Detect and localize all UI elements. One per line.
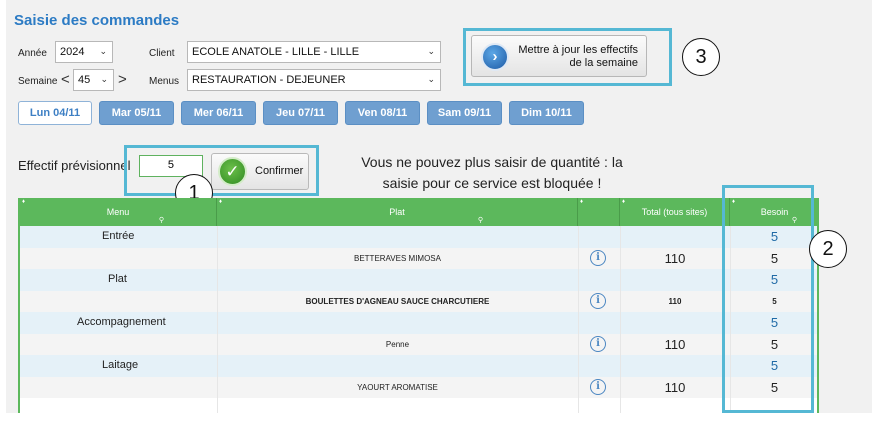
filter-icon[interactable]: ⚲ <box>159 217 164 224</box>
day-tab-lun[interactable]: Lun 04/11 <box>18 101 92 125</box>
menus-value: RESTAURATION - DEJEUNER <box>192 74 346 86</box>
annee-value: 2024 <box>60 46 85 58</box>
plat-name: YAOURT AROMATISE <box>357 382 438 392</box>
info-icon[interactable]: i <box>590 250 606 266</box>
page-title: Saisie des commandes <box>14 12 180 29</box>
client-label: Client <box>149 48 175 59</box>
column-header-info: ♦ <box>578 198 620 226</box>
highlight-box-3 <box>463 28 672 86</box>
day-tab-sam[interactable]: Sam 09/11 <box>427 101 502 125</box>
highlight-box-2 <box>722 185 814 413</box>
menu-category: Plat <box>108 273 127 285</box>
menu-category: Entrée <box>102 230 135 242</box>
table-row: Laitage 5 <box>20 355 817 377</box>
table-row: BETTERAVES MIMOSA i 110 5 <box>20 247 817 269</box>
menu-category: Laitage <box>102 359 139 371</box>
client-value: ECOLE ANATOLE - LILLE - LILLE <box>192 46 360 58</box>
total-value: 110 <box>664 379 686 395</box>
column-header-plat[interactable]: ♦ Plat ⚲ <box>217 198 578 226</box>
column-divider <box>217 226 218 413</box>
plat-name: BOULETTES D'AGNEAU SAUCE CHARCUTIERE <box>305 296 490 306</box>
info-icon[interactable]: i <box>590 293 606 309</box>
order-entry-panel: Saisie des commandes Année 2024 ⌄ Semain… <box>6 0 872 413</box>
blocked-message-line2: saisie pour ce service est bloquée ! <box>382 175 602 191</box>
column-divider <box>620 226 621 413</box>
table-row: Penne i 110 5 <box>20 333 817 355</box>
column-divider <box>578 226 579 413</box>
total-value: 110 <box>664 336 686 352</box>
total-value: 110 <box>668 296 682 306</box>
blocked-message: Vous ne pouvez plus saisir de quantité :… <box>342 152 642 194</box>
annee-label: Année <box>18 48 47 59</box>
day-tab-ven[interactable]: Ven 08/11 <box>345 101 420 125</box>
chevron-down-icon: ⌄ <box>100 74 108 84</box>
annee-select[interactable]: 2024 ⌄ <box>55 41 113 63</box>
sort-icon: ♦ <box>219 199 223 205</box>
day-tab-mer[interactable]: Mer 06/11 <box>181 101 256 125</box>
chevron-down-icon: ⌄ <box>427 74 435 84</box>
column-header-total[interactable]: ♦ Total (tous sites) <box>620 198 730 226</box>
effectif-label: Effectif prévisionnel <box>18 158 131 173</box>
annotation-circle-3: 3 <box>682 38 720 76</box>
table-row: Plat 5 <box>20 269 817 291</box>
sort-icon: ♦ <box>580 199 584 205</box>
plat-name: BETTERAVES MIMOSA <box>354 253 441 263</box>
table-row: Accompagnement 5 <box>20 312 817 334</box>
column-header-menu[interactable]: ♦ Menu ⚲ <box>20 198 217 226</box>
day-tab-dim[interactable]: Dim 10/11 <box>509 101 584 125</box>
column-header-total-label: Total (tous sites) <box>641 207 708 217</box>
menus-label: Menus <box>149 76 180 87</box>
day-tab-mar[interactable]: Mar 05/11 <box>99 101 174 125</box>
client-select[interactable]: ECOLE ANATOLE - LILLE - LILLE ⌄ <box>187 41 441 63</box>
previous-week-arrow[interactable]: < <box>61 72 70 88</box>
menus-select[interactable]: RESTAURATION - DEJEUNER ⌄ <box>187 69 441 91</box>
sort-icon: ♦ <box>622 199 626 205</box>
semaine-select[interactable]: 45 ⌄ <box>73 69 114 91</box>
column-header-plat-label: Plat <box>389 207 405 217</box>
menu-category: Accompagnement <box>77 316 166 328</box>
semaine-label: Semaine <box>18 76 58 87</box>
total-value: 110 <box>664 250 686 266</box>
grid-header: ♦ Menu ⚲ ♦ Plat ⚲ ♦ ♦ Total (tous sites)… <box>20 198 817 226</box>
table-row: BOULETTES D'AGNEAU SAUCE CHARCUTIERE i 1… <box>20 290 817 312</box>
table-row: YAOURT AROMATISE i 110 5 <box>20 376 817 398</box>
day-tab-jeu[interactable]: Jeu 07/11 <box>263 101 338 125</box>
filter-icon[interactable]: ⚲ <box>478 217 483 224</box>
highlight-box-1 <box>124 145 319 196</box>
semaine-value: 45 <box>78 74 91 86</box>
orders-grid: ♦ Menu ⚲ ♦ Plat ⚲ ♦ ♦ Total (tous sites)… <box>18 198 819 413</box>
column-header-menu-label: Menu <box>106 207 130 217</box>
info-icon[interactable]: i <box>590 379 606 395</box>
blocked-message-line1: Vous ne pouvez plus saisir de quantité :… <box>361 154 623 170</box>
plat-name: Penne <box>385 339 410 349</box>
sort-icon: ♦ <box>22 199 26 205</box>
info-icon[interactable]: i <box>590 336 606 352</box>
table-row: Entrée 5 <box>20 226 817 248</box>
chevron-down-icon: ⌄ <box>99 46 107 56</box>
chevron-down-icon: ⌄ <box>427 46 435 56</box>
annotation-circle-2: 2 <box>809 230 847 268</box>
next-week-arrow[interactable]: > <box>118 72 127 88</box>
